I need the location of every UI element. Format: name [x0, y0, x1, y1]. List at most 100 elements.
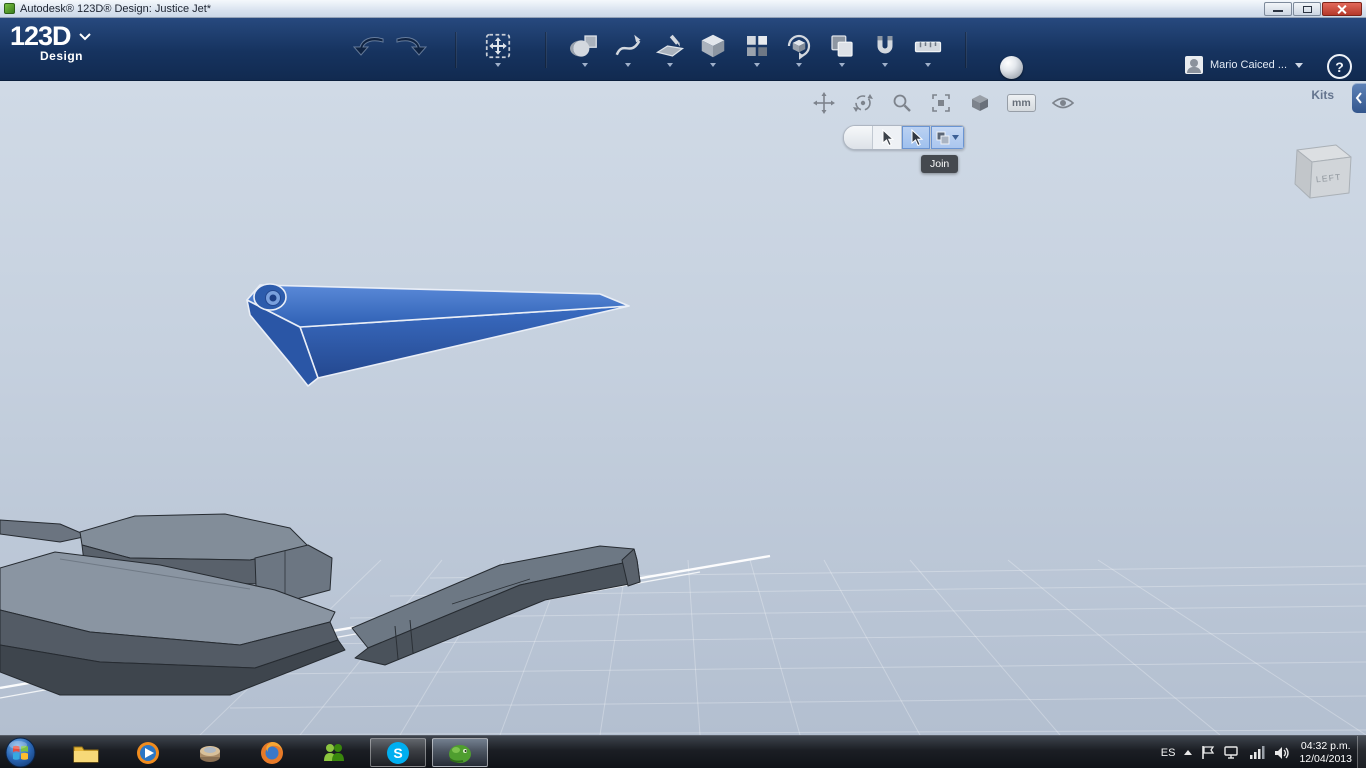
join-dropdown-chevron-icon: [952, 135, 959, 140]
visibility-button[interactable]: [1051, 91, 1075, 115]
pattern-dropdown-chevron-icon[interactable]: [754, 63, 760, 67]
explorer-folder-icon: [73, 746, 99, 762]
measure-tool[interactable]: [908, 31, 948, 73]
snap-tool[interactable]: [865, 31, 905, 73]
sketch-dropdown-chevron-icon[interactable]: [625, 63, 631, 67]
material-sphere-button[interactable]: [1000, 56, 1023, 79]
taskbar-explorer-button[interactable]: [58, 738, 114, 767]
join-combine-icon: [936, 131, 950, 144]
combine-tool[interactable]: [822, 31, 862, 73]
maximize-button[interactable]: [1293, 2, 1321, 16]
combine-dropdown-chevron-icon[interactable]: [839, 63, 845, 67]
system-tray: ES 04:32 p.m. 12/04/2013: [1161, 736, 1352, 768]
windows-taskbar: S ES 04:32 p.m. 12/04/2013: [0, 735, 1366, 768]
primitives-icon: [570, 35, 597, 57]
close-button[interactable]: [1322, 2, 1362, 16]
3d-viewport[interactable]: LEFT Kits mm Join: [0, 81, 1366, 735]
primitives-tool[interactable]: [565, 31, 605, 73]
minimize-button[interactable]: [1264, 2, 1292, 16]
construct-dropdown-chevron-icon[interactable]: [667, 63, 673, 67]
viewport-canvas[interactable]: LEFT: [0, 81, 1366, 735]
user-account-menu[interactable]: Mario Caiced ...: [1184, 56, 1304, 74]
sketch-tool[interactable]: [608, 31, 648, 73]
pattern-tool[interactable]: [737, 31, 777, 73]
modify-tool[interactable]: [693, 31, 733, 73]
transform-dropdown-chevron-icon[interactable]: [495, 63, 501, 67]
zoom-window-icon: [932, 94, 950, 112]
user-avatar-icon: [1184, 56, 1203, 74]
window-title: Autodesk® 123D® Design: Justice Jet*: [20, 2, 212, 15]
redo-button[interactable]: [392, 31, 432, 73]
app-window-icon: [4, 3, 15, 14]
measure-dropdown-chevron-icon[interactable]: [925, 63, 931, 67]
view-settings-button[interactable]: [968, 91, 992, 115]
select-cursor-button[interactable]: [873, 126, 902, 149]
pan-button[interactable]: [812, 91, 836, 115]
modify-icon: [701, 34, 725, 58]
user-menu-chevron-icon: [1295, 62, 1303, 68]
visibility-eye-icon: [1051, 97, 1074, 109]
cursor-arrow-icon: [911, 128, 924, 146]
units-label: mm: [1012, 97, 1031, 109]
zoom-window-button[interactable]: [929, 91, 953, 115]
zoom-icon: [893, 94, 911, 112]
volume-speaker-icon[interactable]: [1274, 746, 1290, 760]
grouping-tool[interactable]: [779, 31, 819, 73]
network-signal-icon[interactable]: [1249, 745, 1265, 760]
units-selector[interactable]: mm: [1007, 94, 1036, 112]
model-gray-jet[interactable]: [0, 513, 641, 696]
taskbar-skype-button[interactable]: S: [370, 738, 426, 767]
primitives-dropdown-chevron-icon[interactable]: [582, 63, 588, 67]
join-mode-dropdown-button[interactable]: [931, 126, 964, 149]
kits-panel-label: Kits: [1311, 88, 1334, 102]
logo-primary: 123D: [10, 21, 72, 51]
undo-button[interactable]: [348, 31, 388, 73]
clock-time: 04:32 p.m.: [1300, 739, 1351, 752]
firefox-icon: [261, 741, 283, 764]
view-cube[interactable]: LEFT: [1294, 144, 1352, 199]
taskbar-clock[interactable]: 04:32 p.m. 12/04/2013: [1299, 740, 1352, 766]
user-name: Mario Caiced ...: [1209, 59, 1287, 71]
measure-icon: [914, 41, 942, 53]
select-cursor-active-button[interactable]: [902, 126, 931, 149]
help-glyph: ?: [1335, 58, 1344, 75]
kits-panel-collapse-tab[interactable]: [1352, 83, 1366, 113]
snap-dropdown-chevron-icon[interactable]: [882, 63, 888, 67]
orbit-button[interactable]: [851, 91, 875, 115]
selection-ghost-button[interactable]: [844, 126, 873, 149]
skype-icon: S: [387, 741, 409, 764]
modify-dropdown-chevron-icon[interactable]: [710, 63, 716, 67]
sketch-icon: [615, 34, 641, 56]
orbit-icon: [853, 94, 873, 112]
toolbar-separator: [965, 32, 967, 68]
transform-icon: [485, 33, 511, 59]
window-titlebar[interactable]: Autodesk® 123D® Design: Justice Jet*: [0, 0, 1366, 18]
show-desktop-button[interactable]: [1357, 736, 1366, 768]
view-settings-icon: [972, 95, 988, 111]
undo-icon: [352, 37, 384, 56]
action-center-flag-icon[interactable]: [1201, 745, 1215, 760]
grouping-dropdown-chevron-icon[interactable]: [796, 63, 802, 67]
active-3d-app-icon: [449, 744, 471, 763]
logo-menu-chevron-icon[interactable]: [78, 32, 92, 42]
selection-mode-toolbar: [843, 125, 965, 150]
zoom-button[interactable]: [890, 91, 914, 115]
clock-date: 12/04/2013: [1299, 752, 1352, 765]
display-device-icon[interactable]: [1224, 745, 1240, 760]
language-indicator[interactable]: ES: [1161, 747, 1176, 759]
toolbar-separator: [545, 32, 547, 68]
taskbar-active-3d-app-button[interactable]: [432, 738, 488, 767]
app-toolbar: 123D Design Mario Caiced ... ?: [0, 18, 1366, 81]
taskbar-media-player-button[interactable]: [120, 738, 176, 767]
start-button[interactable]: [5, 737, 36, 768]
transform-tool[interactable]: [478, 31, 518, 73]
collapse-chevron-icon: [1355, 92, 1362, 104]
construct-tool[interactable]: [650, 31, 690, 73]
model-blue-wing[interactable]: [246, 283, 630, 387]
taskbar-firefox-button[interactable]: [244, 738, 300, 767]
taskbar-messenger-button[interactable]: [306, 738, 362, 767]
app-logo[interactable]: 123D Design: [10, 22, 83, 62]
hidden-icons-chevron-icon[interactable]: [1184, 750, 1193, 755]
help-button[interactable]: ?: [1327, 54, 1352, 79]
taskbar-round-app-button[interactable]: [182, 738, 238, 767]
